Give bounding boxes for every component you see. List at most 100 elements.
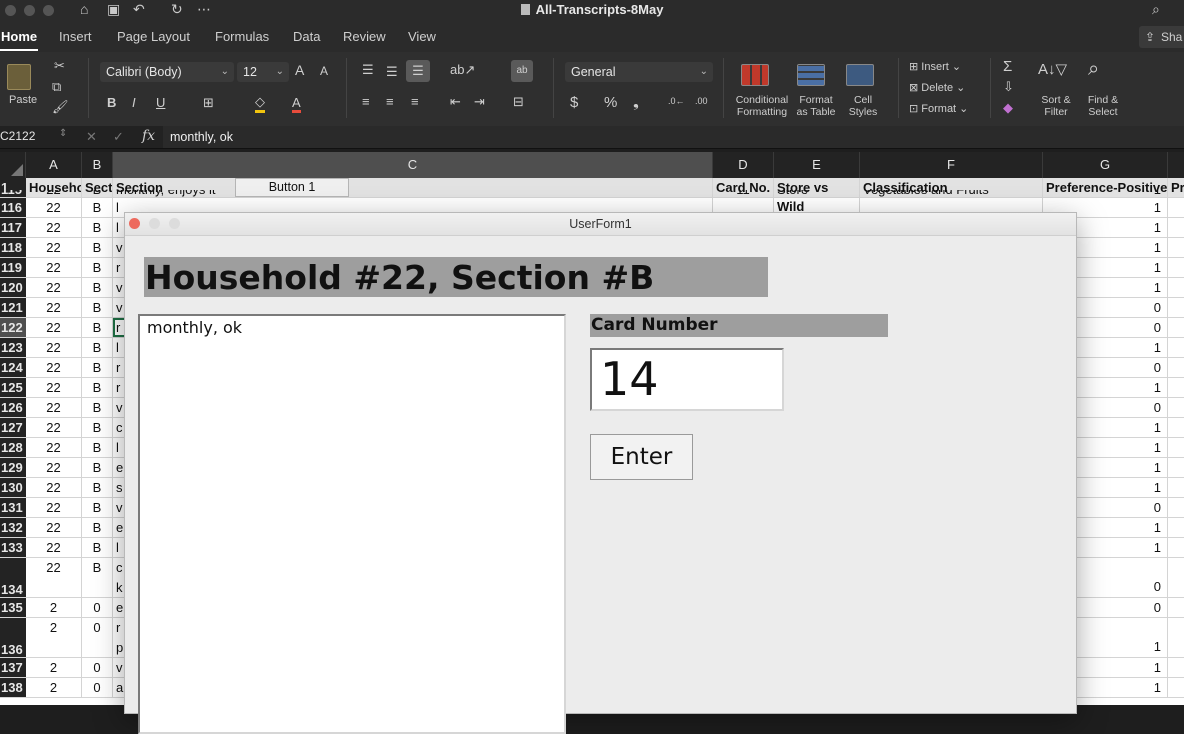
cell[interactable] <box>1168 478 1184 497</box>
cell[interactable]: 22 <box>26 558 82 597</box>
row-header[interactable]: 130 <box>0 478 26 497</box>
card-number-input[interactable]: 14 <box>590 348 784 411</box>
cell[interactable]: B <box>82 398 113 417</box>
cell[interactable] <box>1168 558 1184 597</box>
cell[interactable]: 22 <box>26 198 82 217</box>
align-center-icon[interactable]: ≡ <box>386 94 394 109</box>
cell[interactable]: B <box>82 438 113 457</box>
cell[interactable]: B <box>82 298 113 317</box>
cell[interactable]: monthly, enjoys it <box>113 190 713 197</box>
bold-icon[interactable]: B <box>107 95 116 110</box>
cell[interactable]: 22 <box>26 298 82 317</box>
row-header[interactable]: 138 <box>0 678 26 697</box>
cell[interactable] <box>1168 378 1184 397</box>
cell[interactable]: B <box>82 538 113 557</box>
cell[interactable]: B <box>82 478 113 497</box>
row-header[interactable]: 134 <box>0 558 26 597</box>
copy-icon[interactable]: ⧉ <box>52 79 61 95</box>
font-color-icon[interactable]: A <box>292 95 301 113</box>
row-header[interactable]: 137 <box>0 658 26 677</box>
row-header[interactable]: 125 <box>0 378 26 397</box>
cell[interactable] <box>1168 218 1184 237</box>
font-name-select[interactable]: Calibri (Body) ⌄ <box>100 62 234 82</box>
cell[interactable]: B <box>82 278 113 297</box>
cell[interactable] <box>1168 438 1184 457</box>
name-box[interactable]: C2122 <box>0 129 35 143</box>
tab-home[interactable]: Home <box>1 29 37 44</box>
cell[interactable]: 2 <box>26 678 82 697</box>
cell[interactable]: 0 <box>82 618 113 657</box>
cell[interactable] <box>1168 598 1184 617</box>
cell[interactable]: 22 <box>26 418 82 437</box>
currency-icon[interactable]: $ <box>570 94 578 111</box>
cell[interactable]: 22 <box>26 358 82 377</box>
cell[interactable]: B <box>82 318 113 337</box>
conditional-formatting-icon[interactable] <box>741 64 769 86</box>
cell[interactable]: B <box>82 518 113 537</box>
cell[interactable] <box>1168 258 1184 277</box>
column-header-e[interactable]: E <box>774 152 860 178</box>
cell[interactable]: B <box>82 558 113 597</box>
column-header-f[interactable]: F <box>860 152 1043 178</box>
delete-cells-button[interactable]: ⊠ Delete ⌄ <box>909 81 965 94</box>
cell[interactable]: 22 <box>26 498 82 517</box>
decrease-decimal-icon[interactable]: .00 <box>695 96 708 106</box>
cell[interactable] <box>1168 458 1184 477</box>
cell[interactable]: B <box>82 378 113 397</box>
cell[interactable]: B <box>82 238 113 257</box>
cell[interactable]: 22 <box>26 258 82 277</box>
row-header[interactable]: 126 <box>0 398 26 417</box>
cell[interactable] <box>1168 678 1184 697</box>
row-header[interactable]: 128 <box>0 438 26 457</box>
cell[interactable]: 22 <box>26 538 82 557</box>
cell[interactable]: 22 <box>26 338 82 357</box>
merge-center-icon[interactable]: ⊟ <box>513 94 524 110</box>
row-header[interactable]: 122 <box>0 318 26 337</box>
cell[interactable]: B <box>82 198 113 217</box>
cell[interactable]: B <box>82 358 113 377</box>
column-header-b[interactable]: B <box>82 152 113 178</box>
name-box-stepper-icon[interactable]: ⇕ <box>59 128 67 139</box>
select-all-corner[interactable] <box>0 152 26 178</box>
insert-cells-button[interactable]: ⊞ Insert ⌄ <box>909 60 961 73</box>
row-header[interactable]: 131 <box>0 498 26 517</box>
clear-icon[interactable]: ◆ <box>1003 100 1013 116</box>
cancel-icon[interactable]: ✕ <box>86 129 97 145</box>
cell[interactable]: 22 <box>26 438 82 457</box>
cell[interactable] <box>1168 198 1184 217</box>
cell[interactable]: 22 <box>26 318 82 337</box>
tab-view[interactable]: View <box>408 29 436 44</box>
wrap-text-icon[interactable]: ab <box>511 60 533 82</box>
cell-styles-icon[interactable] <box>846 64 874 86</box>
cell[interactable]: 22 <box>26 238 82 257</box>
orientation-icon[interactable]: ab↗ <box>450 62 475 78</box>
column-header-g[interactable]: G <box>1043 152 1168 178</box>
cell[interactable] <box>1168 618 1184 657</box>
cell[interactable]: 22 <box>26 518 82 537</box>
find-select-icon[interactable]: ⌕ <box>1088 58 1099 81</box>
cell[interactable]: B <box>82 190 113 197</box>
cell[interactable]: B <box>82 418 113 437</box>
row-header[interactable]: 120 <box>0 278 26 297</box>
cell[interactable] <box>1168 538 1184 557</box>
format-painter-icon[interactable]: 🖌 <box>52 99 69 115</box>
fill-icon[interactable]: ⇩ <box>1003 79 1014 95</box>
transcript-textbox[interactable]: monthly, ok <box>138 314 566 734</box>
enter-button[interactable]: Enter <box>590 434 693 480</box>
column-header-a[interactable]: A <box>26 152 82 178</box>
cell[interactable]: B <box>82 498 113 517</box>
number-format-select[interactable]: General ⌄ <box>565 62 713 82</box>
cell[interactable] <box>1168 190 1184 197</box>
cell[interactable] <box>1168 398 1184 417</box>
cell[interactable]: 11 <box>713 190 774 197</box>
row-header[interactable]: 136 <box>0 618 26 657</box>
cell[interactable]: 0 <box>82 678 113 697</box>
paste-icon[interactable] <box>7 64 31 90</box>
row-header[interactable]: 132 <box>0 518 26 537</box>
fill-color-icon[interactable]: ◇ <box>255 94 265 113</box>
row-header[interactable]: 121 <box>0 298 26 317</box>
increase-indent-icon[interactable]: ⇥ <box>474 94 485 110</box>
cell[interactable] <box>1168 298 1184 317</box>
cell[interactable]: 2 <box>26 618 82 657</box>
align-bottom-icon[interactable]: ☰ <box>406 60 430 82</box>
